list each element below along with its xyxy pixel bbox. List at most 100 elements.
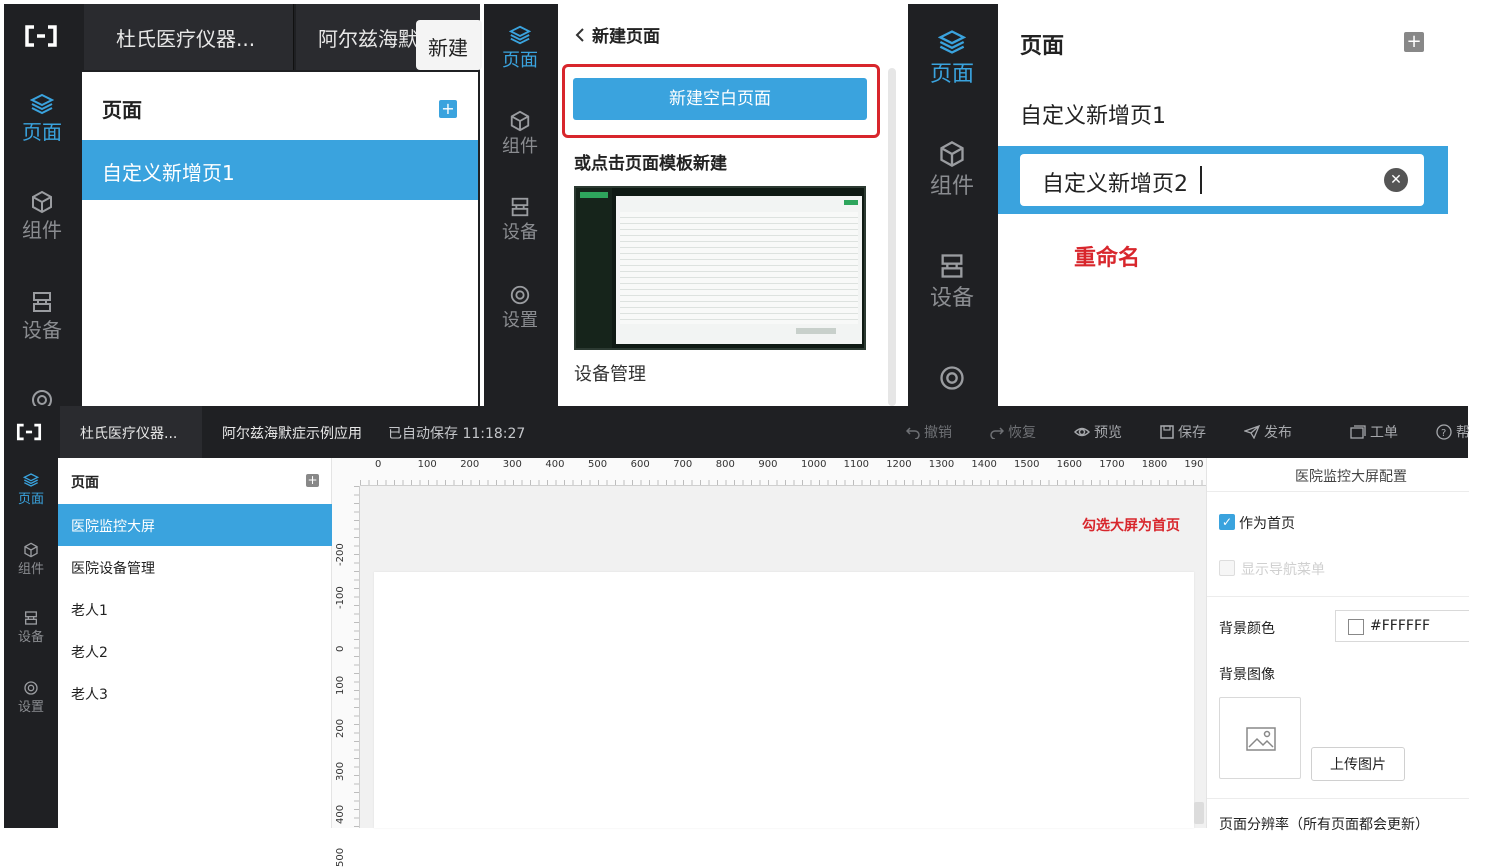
canvas-scrollbar[interactable] <box>1194 802 1204 824</box>
ruler-tick-h: 300 <box>502 459 522 470</box>
rail-settings[interactable]: 设置 <box>4 680 58 715</box>
editor-rail: 页面 组件 设备 设置 <box>4 458 58 828</box>
preview-button[interactable]: 预览 <box>1074 422 1122 442</box>
cube-icon <box>940 140 964 168</box>
panel1: 杜氏医疗仪器... 阿尔兹海默 新建 页面 组件 设备 页面 + 自定义新增页1 <box>4 4 482 406</box>
text-cursor <box>1200 166 1202 194</box>
back-button[interactable]: 新建页面 <box>574 22 660 47</box>
config-panel: 医院监控大屏配置 ✓ 作为首页 显示导航菜单 背景颜色 #FFFFFF 背景图像… <box>1206 458 1469 833</box>
rail-pages[interactable]: 页面 <box>484 24 556 72</box>
rail-pages[interactable]: 页面 <box>4 472 58 507</box>
page-item-selected[interactable]: 自定义新增页1 <box>82 140 478 200</box>
rail-pages[interactable]: 页面 <box>908 28 996 88</box>
rail-devices[interactable]: 设备 <box>4 290 80 343</box>
tab-app-1[interactable]: 杜氏医疗仪器... <box>84 4 294 70</box>
canvas-area: 0 100 200 300 400 500 600 700 800 900 1000 1100 1200… <box>332 458 1206 867</box>
ticket-button[interactable]: 工单 <box>1350 422 1398 442</box>
rail-pages-label: 页面 <box>502 50 538 71</box>
ticket-label: 工单 <box>1370 425 1398 441</box>
bg-color-field[interactable]: #FFFFFF <box>1335 610 1469 642</box>
divider <box>1207 798 1469 799</box>
ruler-tick-h: 1100 <box>843 459 870 470</box>
add-page-button[interactable]: + <box>1404 32 1424 52</box>
page-item-selected[interactable]: 医院监控大屏 <box>58 504 332 546</box>
rail-settings-partial[interactable] <box>908 364 996 392</box>
editor-pages-panel: 页面 + 医院监控大屏 医院设备管理 老人1 老人2 老人3 <box>58 458 332 828</box>
publish-button[interactable]: 发布 <box>1244 422 1292 442</box>
rail-components[interactable]: 组件 <box>908 140 996 200</box>
bg-color-value: #FFFFFF <box>1370 618 1431 634</box>
rail-components-label: 组件 <box>502 136 538 157</box>
ruler-tick-h: 1200 <box>886 459 912 470</box>
tab-app-1[interactable]: 杜氏医疗仪器... <box>60 406 202 458</box>
rail-devices[interactable]: 设备 <box>484 196 556 244</box>
upload-image-button[interactable]: 上传图片 <box>1311 747 1405 781</box>
ruler-tick-h: 100 <box>417 459 437 470</box>
new-blank-page-button[interactable]: 新建空白页面 <box>573 78 867 120</box>
rename-annotation: 重命名 <box>1074 246 1141 271</box>
rail-pages-label: 页面 <box>929 62 974 87</box>
ruler-tick-v: 0 <box>335 645 346 652</box>
page-item-4[interactable]: 老人2 <box>71 642 108 662</box>
color-swatch <box>1348 619 1364 635</box>
new-blank-page-label: 新建空白页面 <box>669 89 771 109</box>
rail-settings[interactable]: 设置 <box>484 284 556 332</box>
rail-settings-partial[interactable] <box>4 388 80 406</box>
ruler-tick-h: 0 <box>375 459 382 470</box>
undo-button[interactable]: 撤销 <box>906 422 952 442</box>
rail-settings-label: 设置 <box>502 310 538 331</box>
device-icon <box>941 254 963 278</box>
bg-color-label: 背景颜色 <box>1219 621 1275 637</box>
rail-components[interactable]: 组件 <box>484 110 556 158</box>
ruler-tick-v: 400 <box>335 804 346 824</box>
ruler-tick-h: 1400 <box>971 459 997 470</box>
eye-icon <box>1074 427 1090 437</box>
clear-icon[interactable]: ✕ <box>1384 168 1408 192</box>
add-page-button[interactable]: + <box>439 100 457 118</box>
ruler-tick-v: -100 <box>335 586 346 609</box>
rail-pages[interactable]: 页面 <box>4 92 80 145</box>
scrollbar[interactable] <box>888 68 896 406</box>
add-page-button[interactable]: + <box>306 474 319 487</box>
rail-devices-label: 设备 <box>17 630 44 645</box>
device-icon <box>511 197 529 217</box>
page-item-1[interactable]: 自定义新增页1 <box>1020 98 1166 130</box>
artboard[interactable] <box>374 572 1194 828</box>
homepage-checkbox[interactable]: ✓ <box>1219 514 1235 530</box>
rename-input[interactable]: 自定义新增页2 ✕ <box>1020 154 1424 206</box>
rail-components[interactable]: 组件 <box>4 542 58 577</box>
rail-components-label: 组件 <box>929 174 974 199</box>
send-icon <box>1244 425 1260 439</box>
ruler-tick-h: 1700 <box>1099 459 1125 470</box>
nav-menu-checkbox[interactable] <box>1219 560 1235 576</box>
save-button[interactable]: 保存 <box>1160 422 1206 442</box>
top-bar: 杜氏医疗仪器... 阿尔兹海默 新建 <box>4 4 482 70</box>
panel3: 页面 组件 设备 页面 + 自定义新增页1 自定义新增页2 ✕ 重命名 <box>908 4 1448 406</box>
logo-icon[interactable] <box>16 422 42 442</box>
redo-button[interactable]: 恢复 <box>990 422 1036 442</box>
pages-header: 页面 <box>71 475 99 491</box>
tab-app-2[interactable]: 阿尔兹海默症示例应用 <box>222 423 362 443</box>
rail-devices[interactable]: 设备 <box>908 252 996 312</box>
rail-components[interactable]: 组件 <box>4 190 80 243</box>
new-tooltip-text: 新建 <box>428 36 468 60</box>
config-title-bar: 医院监控大屏配置 <box>1207 458 1469 492</box>
svg-text:?: ? <box>1441 428 1446 439</box>
ruler-tick-h: 800 <box>715 459 735 470</box>
bg-image-preview[interactable] <box>1219 697 1301 779</box>
template-hint: 或点击页面模板新建 <box>574 154 727 174</box>
resolution-label: 页面分辨率（所有页面都会更新） <box>1219 817 1429 833</box>
page-item-2[interactable]: 医院设备管理 <box>71 558 155 578</box>
page-item-5[interactable]: 老人3 <box>71 684 108 704</box>
template-name: 设备管理 <box>574 364 646 385</box>
new-page-panel: 新建页面 新建空白页面 或点击页面模板新建 设备管理 <box>558 4 904 406</box>
bg-image-label: 背景图像 <box>1219 667 1275 683</box>
rail-devices[interactable]: 设备 <box>4 610 58 645</box>
page-item-3[interactable]: 老人1 <box>71 600 108 620</box>
logo-icon[interactable] <box>24 24 58 48</box>
template-thumbnail[interactable] <box>574 186 866 350</box>
ticket-icon <box>1350 425 1366 439</box>
nav-menu-label: 显示导航菜单 <box>1241 562 1325 578</box>
help-button[interactable]: ? 帮 <box>1436 422 1470 442</box>
publish-label: 发布 <box>1264 425 1292 441</box>
